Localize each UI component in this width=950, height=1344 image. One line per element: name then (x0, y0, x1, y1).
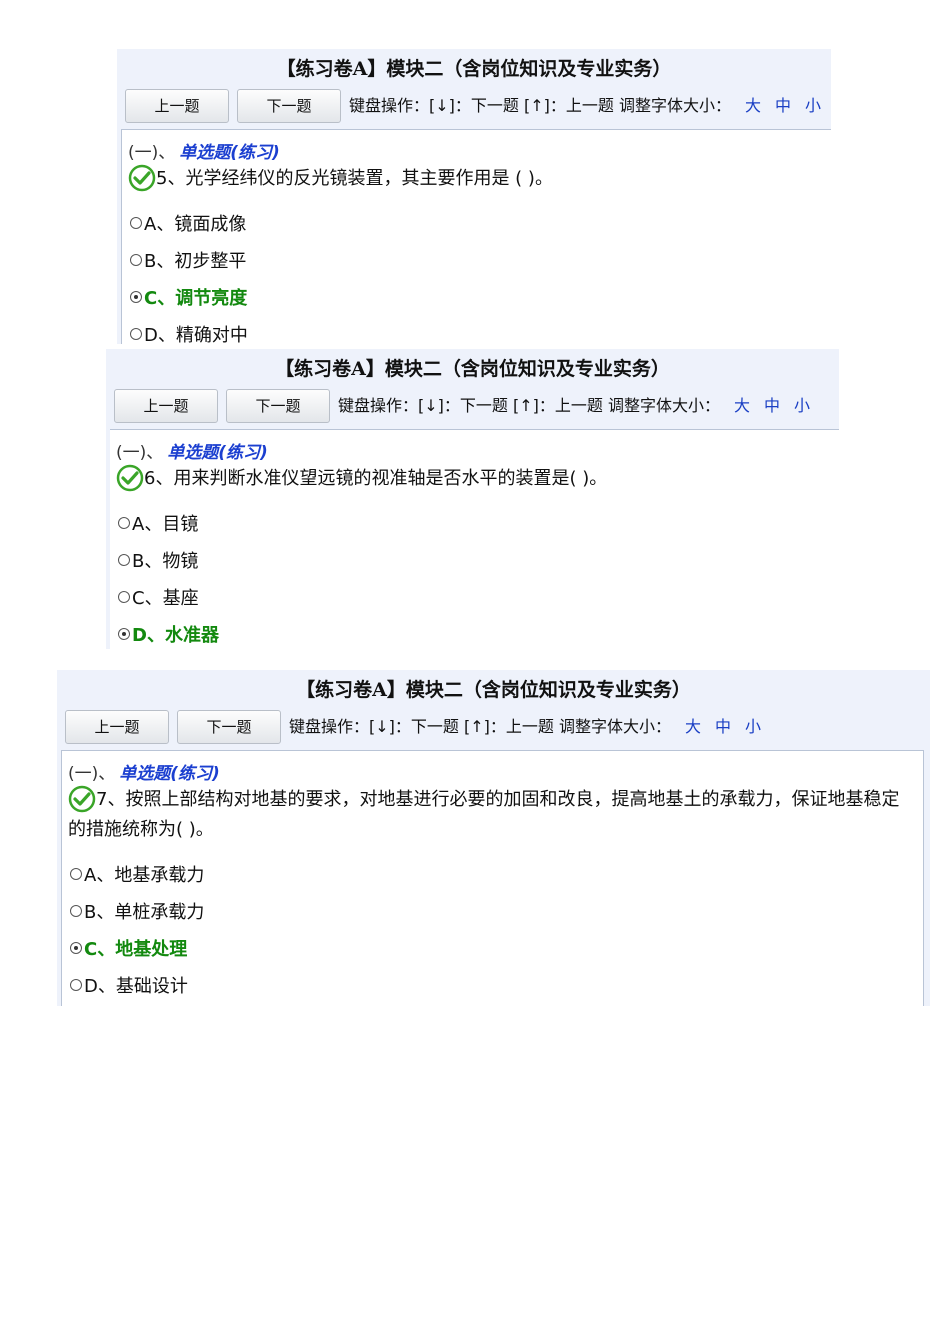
keyboard-hint-text: 键盘操作：[↓]：下一题 [↑]：上一题 调整字体大小： (289, 717, 671, 736)
toolbar: 上一题 下一题 键盘操作：[↓]：下一题 [↑]：上一题 调整字体大小： 大中小 (112, 389, 839, 427)
radio-selected-icon[interactable] (118, 628, 130, 640)
radio-icon[interactable] (130, 254, 142, 266)
font-size-large-link[interactable]: 大 (685, 717, 701, 736)
radio-selected-icon[interactable] (130, 291, 142, 303)
question-text: 7、按照上部结构对地基的要求，对地基进行必要的加固和改良，提高地基土的承载力，保… (68, 785, 911, 845)
question-stem: 5、光学经纬仪的反光镜装置，其主要作用是 ( )。 (156, 168, 553, 189)
option-label: B、物镜 (132, 551, 199, 572)
option-label: D、基础设计 (84, 976, 188, 997)
section-number: (一)、 (68, 764, 116, 784)
option-label: C、调节亮度 (144, 288, 248, 309)
option-label: A、镜面成像 (144, 214, 247, 235)
keyboard-hint: 键盘操作：[↓]：下一题 [↑]：上一题 调整字体大小： 大中小 (349, 89, 821, 123)
option-a[interactable]: A、地基承载力 (70, 861, 204, 887)
check-circle-icon (116, 464, 144, 492)
prev-question-button[interactable]: 上一题 (114, 389, 218, 423)
prev-question-button[interactable]: 上一题 (125, 89, 229, 123)
radio-icon[interactable] (70, 979, 82, 991)
option-label: D、精确对中 (144, 325, 248, 346)
check-circle-icon (68, 785, 96, 813)
next-question-button[interactable]: 下一题 (177, 710, 281, 744)
radio-icon[interactable] (130, 217, 142, 229)
exam-title: 【练习卷A】模块二（含岗位知识及专业实务） (275, 358, 670, 380)
option-c[interactable]: C、基座 (118, 584, 199, 610)
check-circle-icon (128, 164, 156, 192)
option-label: C、基座 (132, 588, 199, 609)
radio-icon[interactable] (70, 868, 82, 880)
option-b[interactable]: B、物镜 (118, 547, 198, 573)
next-question-button[interactable]: 下一题 (226, 389, 330, 423)
section-heading: (一)、 单选题(练习) (116, 438, 268, 463)
question-text: 6、用来判断水准仪望远镜的视准轴是否水平的装置是( )。 (116, 464, 827, 494)
option-b[interactable]: B、初步整平 (130, 247, 246, 273)
font-size-medium-link[interactable]: 中 (715, 717, 731, 736)
question-panel-1: 【练习卷A】模块二（含岗位知识及专业实务） 上一题 下一题 键盘操作：[↓]：下… (117, 49, 831, 347)
toolbar: 上一题 下一题 键盘操作：[↓]：下一题 [↑]：上一题 调整字体大小： 大中小 (123, 89, 831, 127)
option-label: B、单桩承载力 (84, 902, 205, 923)
toolbar: 上一题 下一题 键盘操作：[↓]：下一题 [↑]：上一题 调整字体大小： 大中小 (63, 710, 930, 748)
next-question-button[interactable]: 下一题 (237, 89, 341, 123)
font-size-small-link[interactable]: 小 (745, 717, 761, 736)
section-heading: (一)、 单选题(练习) (68, 759, 220, 784)
question-stem: 7、按照上部结构对地基的要求，对地基进行必要的加固和改良，提高地基土的承载力，保… (68, 789, 900, 840)
keyboard-hint-text: 键盘操作：[↓]：下一题 [↑]：上一题 调整字体大小： (338, 396, 720, 415)
question-panel-3: 【练习卷A】模块二（含岗位知识及专业实务） 上一题 下一题 键盘操作：[↓]：下… (57, 670, 930, 1006)
section-type: 单选题(练习) (167, 443, 268, 463)
option-a[interactable]: A、目镜 (118, 510, 198, 536)
section-number: (一)、 (116, 443, 164, 463)
option-a[interactable]: A、镜面成像 (130, 210, 246, 236)
question-body: (一)、 单选题(练习) 7、按照上部结构对地基的要求，对地基进行必要的加固和改良… (61, 750, 924, 1006)
radio-icon[interactable] (130, 328, 142, 340)
radio-icon[interactable] (118, 517, 130, 529)
option-c[interactable]: C、地基处理 (70, 935, 187, 961)
radio-icon[interactable] (118, 554, 130, 566)
font-size-small-link[interactable]: 小 (794, 396, 810, 415)
question-text: 5、光学经纬仪的反光镜装置，其主要作用是 ( )。 (128, 164, 819, 194)
font-size-medium-link[interactable]: 中 (764, 396, 780, 415)
font-size-medium-link[interactable]: 中 (775, 96, 791, 115)
question-body: (一)、 单选题(练习) 5、光学经纬仪的反光镜装置，其主要作用是 ( )。 A、… (121, 129, 831, 347)
option-label: D、水准器 (132, 625, 219, 646)
keyboard-hint-text: 键盘操作：[↓]：下一题 [↑]：上一题 调整字体大小： (349, 96, 731, 115)
exam-title: 【练习卷A】模块二（含岗位知识及专业实务） (276, 58, 672, 80)
option-d[interactable]: D、基础设计 (70, 972, 188, 998)
option-label: B、初步整平 (144, 251, 247, 272)
option-d[interactable]: D、精确对中 (130, 321, 248, 347)
font-size-small-link[interactable]: 小 (805, 96, 821, 115)
question-stem: 6、用来判断水准仪望远镜的视准轴是否水平的装置是( )。 (144, 468, 608, 489)
radio-selected-icon[interactable] (70, 942, 82, 954)
section-heading: (一)、 单选题(练习) (128, 138, 280, 163)
section-type: 单选题(练习) (119, 764, 220, 784)
section-number: (一)、 (128, 143, 176, 163)
option-label: A、地基承载力 (84, 865, 205, 886)
option-label: C、地基处理 (84, 939, 188, 960)
radio-icon[interactable] (118, 591, 130, 603)
option-b[interactable]: B、单桩承载力 (70, 898, 204, 924)
option-d[interactable]: D、水准器 (118, 621, 219, 647)
question-panel-2: 【练习卷A】模块二（含岗位知识及专业实务） 上一题 下一题 键盘操作：[↓]：下… (106, 349, 839, 649)
keyboard-hint: 键盘操作：[↓]：下一题 [↑]：上一题 调整字体大小： 大中小 (338, 389, 810, 423)
exam-title: 【练习卷A】模块二（含岗位知识及专业实务） (296, 679, 691, 701)
option-c[interactable]: C、调节亮度 (130, 284, 247, 310)
font-size-large-link[interactable]: 大 (745, 96, 761, 115)
prev-question-button[interactable]: 上一题 (65, 710, 169, 744)
font-size-large-link[interactable]: 大 (734, 396, 750, 415)
radio-icon[interactable] (70, 905, 82, 917)
section-type: 单选题(练习) (179, 143, 280, 163)
question-body: (一)、 单选题(练习) 6、用来判断水准仪望远镜的视准轴是否水平的装置是( )。… (110, 429, 839, 649)
option-label: A、目镜 (132, 514, 199, 535)
keyboard-hint: 键盘操作：[↓]：下一题 [↑]：上一题 调整字体大小： 大中小 (289, 710, 761, 744)
